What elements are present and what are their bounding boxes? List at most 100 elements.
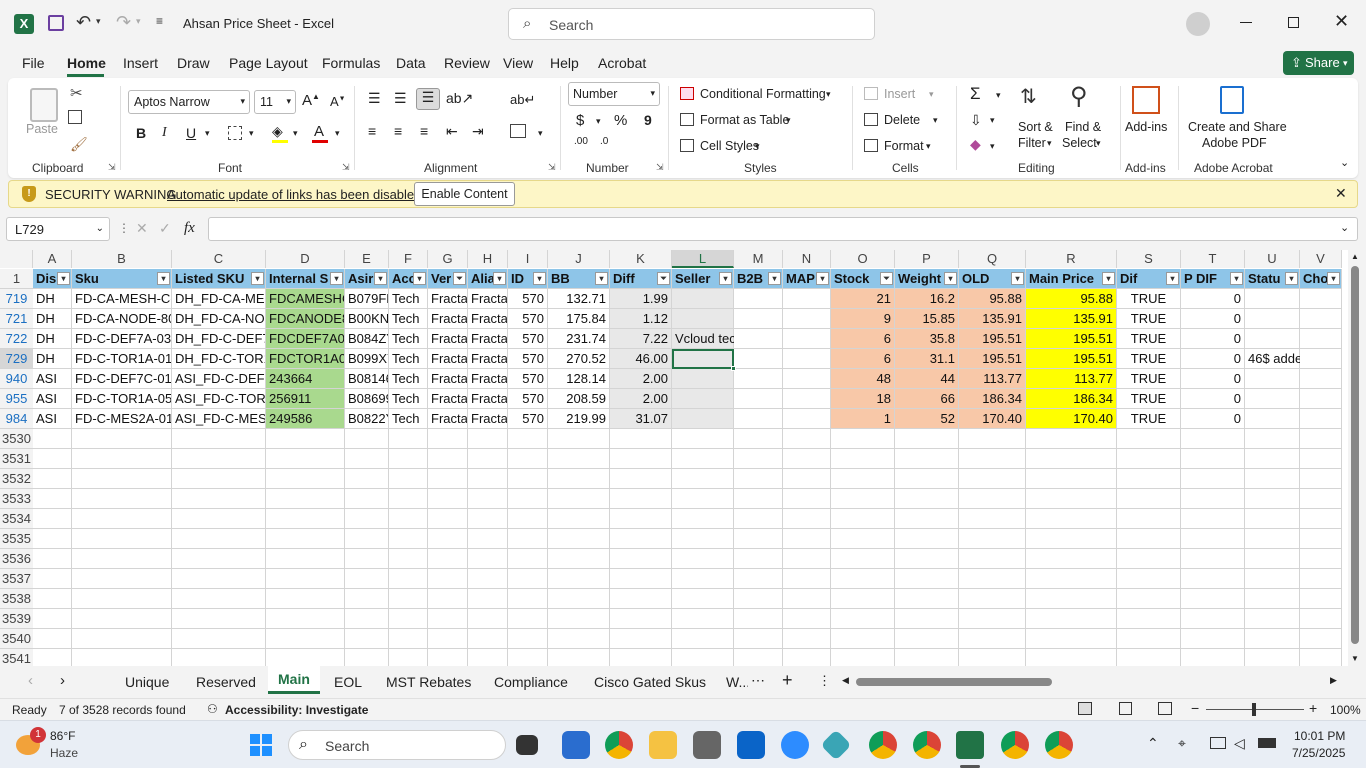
table-cell[interactable]: Tech [389, 389, 428, 409]
empty-cell[interactable] [1300, 529, 1342, 549]
column-header[interactable]: H [468, 250, 508, 268]
clock-date[interactable]: 7/25/2025 [1292, 746, 1345, 760]
table-cell[interactable]: Fracta [468, 349, 508, 369]
empty-cell[interactable] [1026, 429, 1117, 449]
empty-cell[interactable] [783, 629, 831, 649]
table-cell[interactable]: FD-C-TOR1A-05 [72, 389, 172, 409]
table-cell[interactable]: FD-C-DEF7C-01 [72, 369, 172, 389]
empty-cell[interactable] [1300, 549, 1342, 569]
menu-insert[interactable]: Insert [123, 55, 158, 71]
empty-cell[interactable] [1245, 589, 1300, 609]
table-cell[interactable] [1300, 369, 1342, 389]
table-cell[interactable]: 570 [508, 409, 548, 429]
currency-icon[interactable]: $ [576, 112, 584, 129]
empty-cell[interactable] [172, 509, 266, 529]
table-cell[interactable]: DH [33, 329, 72, 349]
empty-cell[interactable] [610, 629, 672, 649]
empty-cell[interactable] [33, 629, 72, 649]
empty-cell[interactable] [345, 429, 389, 449]
menu-help[interactable]: Help [550, 55, 579, 71]
create-share-pdf-label-2[interactable]: Adobe PDF [1202, 136, 1267, 150]
menu-page-layout[interactable]: Page Layout [229, 55, 308, 71]
empty-cell[interactable] [959, 489, 1026, 509]
sheet-tab-w[interactable]: W... [726, 674, 748, 690]
empty-cell[interactable] [389, 569, 428, 589]
decrease-decimal-icon[interactable]: .0 [600, 136, 608, 147]
empty-cell[interactable] [895, 569, 959, 589]
empty-cell[interactable] [33, 509, 72, 529]
table-cell[interactable]: 570 [508, 389, 548, 409]
column-header[interactable]: N [783, 250, 831, 268]
clipboard-launcher-icon[interactable]: ⇲ [108, 162, 116, 173]
table-cell[interactable]: 128.14 [548, 369, 610, 389]
find-select-label-2[interactable]: Select [1062, 136, 1097, 150]
empty-cell[interactable] [831, 529, 895, 549]
empty-cell[interactable] [266, 589, 345, 609]
empty-cell[interactable] [1245, 509, 1300, 529]
row-header[interactable]: 1 [0, 269, 33, 289]
column-header[interactable]: E [345, 250, 389, 268]
chrome-profile-4-icon[interactable] [1045, 731, 1073, 759]
table-cell[interactable]: 15.85 [895, 309, 959, 329]
cut-icon[interactable]: ✂ [70, 84, 83, 102]
table-cell[interactable]: 249586 [266, 409, 345, 429]
empty-cell[interactable] [266, 609, 345, 629]
table-cell[interactable]: 256911 [266, 389, 345, 409]
table-cell[interactable]: Fracta [428, 289, 468, 309]
empty-cell[interactable] [1245, 449, 1300, 469]
table-cell[interactable]: TRUE [1117, 329, 1181, 349]
empty-cell[interactable] [959, 509, 1026, 529]
redo-dropdown-icon[interactable]: ▾ [136, 16, 141, 27]
next-sheet-icon[interactable]: › [60, 672, 65, 689]
table-cell[interactable]: FD-CA-NODE-80- [72, 309, 172, 329]
table-cell[interactable]: B0822Y [345, 409, 389, 429]
customize-qat-icon[interactable]: ≡ [156, 14, 163, 28]
table-cell[interactable]: 0 [1181, 349, 1245, 369]
empty-cell[interactable] [389, 449, 428, 469]
empty-cell[interactable] [33, 589, 72, 609]
table-cell[interactable] [734, 409, 783, 429]
empty-cell[interactable] [172, 489, 266, 509]
borders-dropdown-icon[interactable]: ▾ [249, 128, 254, 139]
table-cell[interactable]: 95.88 [1026, 289, 1117, 309]
empty-cell[interactable] [734, 489, 783, 509]
empty-cell[interactable] [783, 569, 831, 589]
row-header[interactable]: 940 [0, 369, 33, 389]
column-header[interactable]: O [831, 250, 895, 268]
table-cell[interactable] [783, 409, 831, 429]
sort-filter-label-2[interactable]: Filter [1018, 136, 1046, 150]
empty-cell[interactable] [508, 429, 548, 449]
row-header[interactable]: 721 [0, 309, 33, 329]
empty-cell[interactable] [1117, 449, 1181, 469]
table-cell[interactable]: FD-CA-MESH-C-E [72, 289, 172, 309]
row-header[interactable]: 3539 [0, 609, 33, 629]
empty-cell[interactable] [33, 469, 72, 489]
font-name-select[interactable]: Aptos Narrow ▾ [128, 90, 250, 114]
empty-cell[interactable] [831, 589, 895, 609]
menu-acrobat[interactable]: Acrobat [598, 55, 646, 71]
table-cell[interactable] [783, 309, 831, 329]
empty-cell[interactable] [672, 429, 734, 449]
table-cell[interactable]: ASI [33, 389, 72, 409]
empty-cell[interactable] [468, 569, 508, 589]
empty-cell[interactable] [172, 429, 266, 449]
empty-cell[interactable] [1026, 649, 1117, 666]
filter-dropdown-icon[interactable]: ▾ [413, 272, 426, 285]
table-cell[interactable] [672, 409, 734, 429]
empty-cell[interactable] [389, 509, 428, 529]
row-header[interactable]: 722 [0, 329, 33, 349]
table-cell[interactable]: Tech [389, 369, 428, 389]
table-cell[interactable]: 0 [1181, 409, 1245, 429]
empty-cell[interactable] [428, 589, 468, 609]
copy-icon[interactable] [68, 110, 82, 124]
column-header[interactable]: D [266, 250, 345, 268]
table-cell[interactable]: Fracta [468, 309, 508, 329]
row-header[interactable]: 729 [0, 349, 33, 369]
table-cell[interactable]: 570 [508, 349, 548, 369]
table-cell[interactable] [734, 309, 783, 329]
empty-cell[interactable] [72, 429, 172, 449]
table-cell[interactable]: 44 [895, 369, 959, 389]
empty-cell[interactable] [548, 589, 610, 609]
empty-cell[interactable] [1117, 529, 1181, 549]
table-cell[interactable]: 195.51 [959, 349, 1026, 369]
